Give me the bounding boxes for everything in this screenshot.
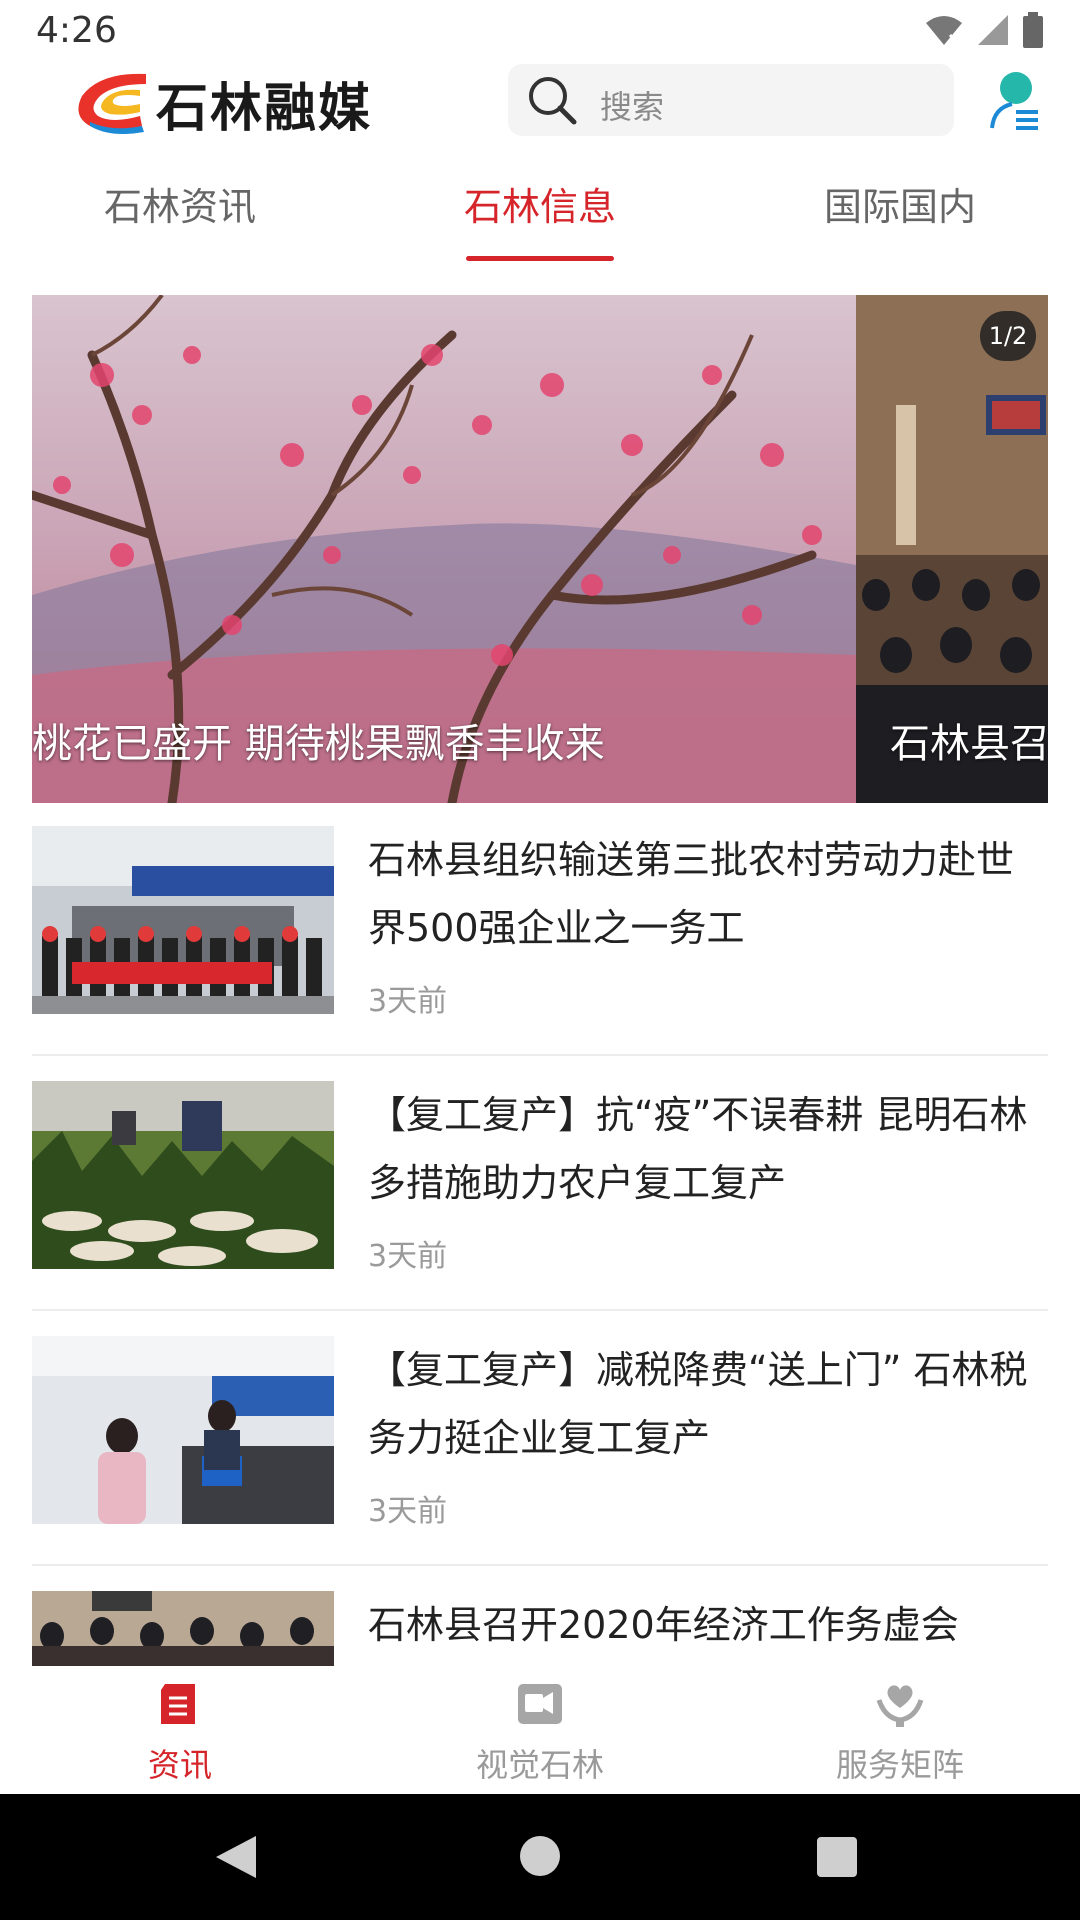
news-list: 石林县组织输送第三批农村劳动力赴世界500强企业之一务工 3天前 【复工复产】抗… bbox=[32, 826, 1048, 1666]
news-item[interactable]: 【复工复产】抗“疫”不误春耕 昆明石林多措施助力农户复工复产 3天前 bbox=[32, 1081, 1048, 1311]
news-title: 石林县召开2020年经济工作务虚会 bbox=[368, 1603, 959, 1647]
active-tab-indicator bbox=[466, 256, 614, 261]
back-icon[interactable] bbox=[214, 1834, 258, 1880]
tab-shilin-news[interactable]: 石林资讯 bbox=[60, 176, 300, 231]
banner-carousel[interactable]: 桃花已盛开 期待桃果飘香丰收来 石林县召开 1/2 bbox=[32, 295, 1048, 803]
service-icon bbox=[876, 1685, 924, 1727]
battery-icon bbox=[1023, 12, 1043, 48]
carousel-caption: 桃花已盛开 期待桃果飘香丰收来 bbox=[32, 721, 605, 767]
news-time: 3天前 bbox=[368, 1494, 448, 1529]
news-item[interactable]: 石林县组织输送第三批农村劳动力赴世界500强企业之一务工 3天前 bbox=[32, 826, 1048, 1056]
divider bbox=[32, 1054, 1048, 1056]
search-icon bbox=[529, 77, 577, 125]
news-thumbnail bbox=[32, 826, 334, 1014]
carousel-slide[interactable]: 石林县召开 bbox=[856, 295, 1048, 803]
nav-news[interactable]: 资讯 bbox=[30, 1666, 330, 1794]
news-time: 3天前 bbox=[368, 984, 448, 1019]
news-thumbnail bbox=[32, 1336, 334, 1524]
recents-icon[interactable] bbox=[816, 1836, 858, 1878]
profile-icon[interactable] bbox=[990, 70, 1040, 130]
divider bbox=[32, 1309, 1048, 1311]
search-input[interactable]: 搜索 bbox=[508, 64, 954, 136]
search-placeholder: 搜索 bbox=[600, 88, 665, 126]
nav-label: 资讯 bbox=[147, 1746, 212, 1784]
app-header: 石林融媒 搜索 bbox=[0, 62, 1080, 162]
nav-service-matrix[interactable]: 服务矩阵 bbox=[750, 1666, 1050, 1794]
news-title: 石林县组织输送第三批农村劳动力赴世界500强企业之一务工 bbox=[368, 838, 1015, 950]
status-time: 4:26 bbox=[36, 10, 117, 51]
news-thumbnail bbox=[32, 1081, 334, 1269]
status-bar: 4:26 bbox=[0, 0, 1080, 62]
video-icon bbox=[518, 1684, 562, 1724]
nav-label: 服务矩阵 bbox=[835, 1746, 964, 1784]
news-time: 3天前 bbox=[368, 1239, 448, 1274]
home-icon[interactable] bbox=[518, 1834, 562, 1878]
news-icon bbox=[161, 1684, 195, 1724]
news-item[interactable]: 【复工复产】减税降费“送上门” 石林税务力挺企业复工复产 3天前 bbox=[32, 1336, 1048, 1566]
category-tabs: 石林资讯 石林信息 国际国内 bbox=[0, 162, 1080, 266]
nav-label: 视觉石林 bbox=[475, 1746, 604, 1784]
app-logo: 石林融媒 bbox=[70, 66, 372, 141]
signal-icon bbox=[978, 15, 1008, 45]
news-title: 【复工复产】抗“疫”不误春耕 昆明石林多措施助力农户复工复产 bbox=[368, 1093, 1028, 1205]
tab-shilin-info[interactable]: 石林信息 bbox=[420, 176, 660, 231]
carousel-page-indicator: 1/2 bbox=[980, 311, 1036, 361]
carousel-slide[interactable]: 桃花已盛开 期待桃果飘香丰收来 bbox=[32, 295, 856, 803]
carousel-caption: 石林县召开 bbox=[890, 721, 1048, 767]
tab-international[interactable]: 国际国内 bbox=[780, 176, 1020, 231]
logo-icon bbox=[78, 73, 146, 134]
news-thumbnail bbox=[32, 1591, 334, 1666]
status-icons bbox=[924, 12, 1044, 48]
news-title: 【复工复产】减税降费“送上门” 石林税务力挺企业复工复产 bbox=[368, 1348, 1028, 1460]
system-navigation-bar bbox=[0, 1794, 1080, 1920]
wifi-icon bbox=[926, 16, 962, 45]
logo-text: 石林融媒 bbox=[156, 79, 373, 139]
news-item[interactable]: 石林县召开2020年经济工作务虚会 bbox=[32, 1591, 1048, 1666]
bottom-nav: 资讯 视觉石林 服务矩阵 bbox=[0, 1666, 1080, 1794]
nav-visual-shilin[interactable]: 视觉石林 bbox=[390, 1666, 690, 1794]
divider bbox=[32, 1564, 1048, 1566]
